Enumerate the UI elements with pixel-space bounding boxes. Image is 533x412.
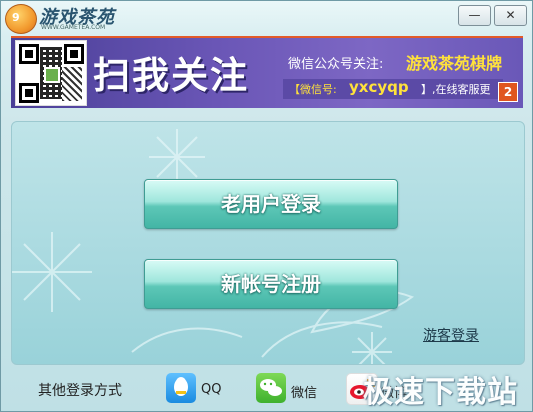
guest-login-link[interactable]: 游客登录 (423, 325, 479, 345)
app-logo-icon: 9 (5, 4, 37, 34)
banner-account-name: 游戏茶苑棋牌 (406, 54, 503, 73)
login-window: 9 游戏茶苑 WWW.GAMETEA.COM — ✕ 扫我关注 微信公众号关注:… (0, 0, 533, 412)
minimize-button[interactable]: — (458, 5, 491, 26)
wechat-icon[interactable] (256, 373, 286, 403)
qq-login-label[interactable]: QQ (201, 382, 221, 397)
banner-service-text: 】,在线客服更 (421, 83, 491, 96)
logo-badge-text: 9 (12, 11, 20, 24)
qq-icon[interactable] (166, 373, 196, 403)
title-bar: 9 游戏茶苑 WWW.GAMETEA.COM — ✕ (1, 1, 532, 37)
qr-code-icon (15, 40, 87, 106)
banner-headline: 扫我关注 (93, 54, 249, 97)
banner-wx-id: yxcyqp (349, 78, 409, 96)
new-account-register-button[interactable]: 新帐号注册 (144, 259, 398, 309)
other-login-label: 其他登录方式 (38, 383, 122, 399)
promo-banner[interactable]: 扫我关注 微信公众号关注: 游戏茶苑棋牌 【微信号: yxcyqp 】,在线客服… (11, 36, 523, 108)
banner-wx-label: 【微信号: (289, 83, 337, 96)
banner-page-indicator[interactable]: 2 (498, 82, 518, 102)
watermark-text: 极速下载站 (363, 375, 518, 410)
wechat-login-label[interactable]: 微信 (291, 382, 317, 401)
old-user-login-button[interactable]: 老用户登录 (144, 179, 398, 229)
app-logo-url: WWW.GAMETEA.COM (41, 24, 106, 31)
close-button[interactable]: ✕ (494, 5, 527, 26)
banner-follow-text: 微信公众号关注: (288, 57, 384, 72)
